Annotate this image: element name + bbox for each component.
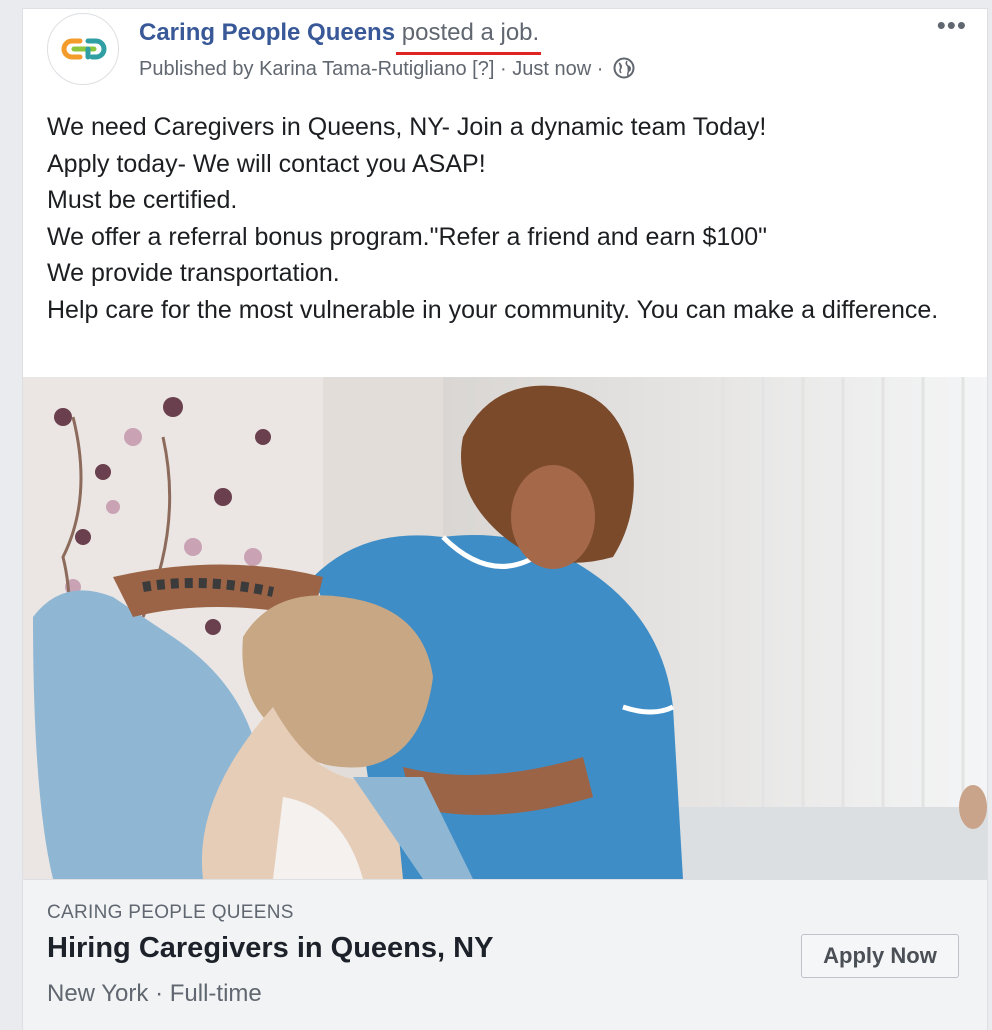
meta-separator-2: · <box>596 58 604 80</box>
body-line: Must be certified. <box>47 186 238 214</box>
body-line: We offer a referral bonus program."Refer… <box>47 222 768 251</box>
job-card[interactable]: CARING PEOPLE QUEENS Hiring Caregivers i… <box>23 879 987 1030</box>
job-post: Caring People Queens posted a job. Publi… <box>22 8 988 1030</box>
post-action-label: posted a job. <box>401 19 540 46</box>
page-name-link[interactable]: Caring People Queens <box>139 19 395 46</box>
job-photo[interactable] <box>23 377 987 879</box>
post-action-text: posted a job. <box>395 19 542 55</box>
body-line: Apply today- We will contact you ASAP! <box>47 149 486 178</box>
post-title-line: Caring People Queens posted a job. <box>139 19 542 55</box>
post-timestamp[interactable]: Just now <box>512 58 591 80</box>
job-card-title[interactable]: Hiring Caregivers in Queens, NY <box>47 932 493 965</box>
job-card-details: New York · Full-time <box>47 980 262 1008</box>
globe-icon[interactable] <box>613 57 635 79</box>
more-options-icon[interactable]: ••• <box>937 12 967 38</box>
page-avatar[interactable] <box>47 13 119 85</box>
job-card-source: CARING PEOPLE QUEENS <box>47 902 294 923</box>
body-line: We provide transportation. <box>47 259 340 287</box>
job-type: Full-time <box>169 980 262 1007</box>
published-by: Published by Karina Tama-Rutigliano <box>139 58 467 80</box>
caring-people-logo-icon <box>61 38 107 60</box>
help-marker[interactable]: [?] <box>472 58 494 80</box>
apply-now-button[interactable]: Apply Now <box>801 934 959 978</box>
post-body: We need Caregivers in Queens, NY- Join a… <box>23 97 987 328</box>
annotation-underline <box>395 52 542 55</box>
post-meta: Published by Karina Tama-Rutigliano [?] … <box>139 57 635 81</box>
caregiver-photo-illustration <box>23 377 987 879</box>
job-location: New York <box>47 980 149 1007</box>
post-header: Caring People Queens posted a job. Publi… <box>23 9 987 97</box>
job-details-separator: · <box>155 980 164 1007</box>
meta-separator: · <box>499 58 507 80</box>
body-line: Help care for the most vulnerable in you… <box>47 295 939 324</box>
body-line: We need Caregivers in Queens, NY- Join a… <box>47 113 767 141</box>
